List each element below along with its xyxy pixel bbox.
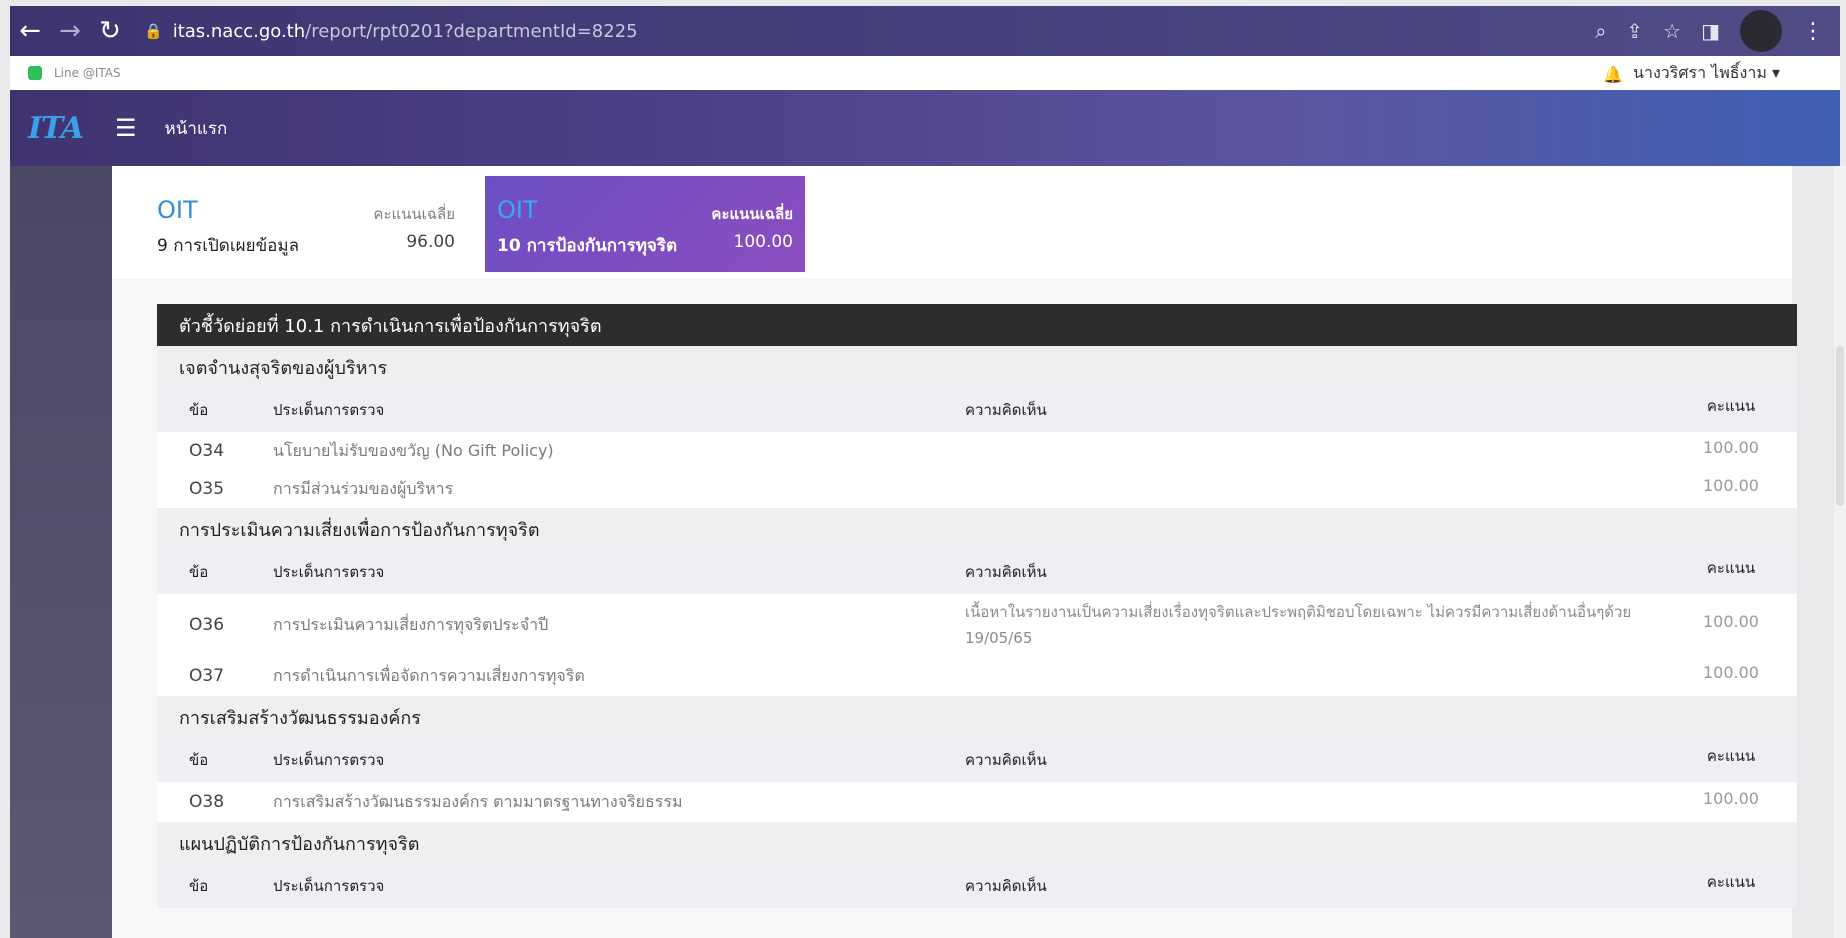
- ita-logo[interactable]: ITA: [28, 111, 84, 146]
- row-topic[interactable]: การเสริมสร้างวัฒนธรรมองค์กร ตามมาตรฐานทา…: [273, 790, 965, 815]
- row-topic[interactable]: การประเมินความเสี่ยงการทุจริตประจำปี: [273, 613, 965, 638]
- score-card-code: OIT: [157, 196, 198, 224]
- forward-arrow-icon[interactable]: →: [50, 11, 90, 51]
- share-icon[interactable]: ⇪: [1626, 19, 1643, 43]
- score-card-oit-10[interactable]: OIT คะแนนเฉลี่ย 10 การป้องกันการทุจริต 1…: [485, 176, 805, 272]
- row-no: O37: [189, 666, 225, 686]
- section-title: การเสริมสร้างวัฒนธรรมองค์กร: [157, 696, 1797, 738]
- scrollbar-thumb[interactable]: [1836, 346, 1844, 506]
- indicator-title: ตัวชี้วัดย่อยที่ 10.1 การดำเนินการเพื่อป…: [157, 304, 1797, 346]
- score-card-avg-label: คะแนนเฉลี่ย: [373, 205, 455, 223]
- column-header-row: ข้อ ประเด็นการตรวจ ความคิดเห็น คะแนน: [157, 864, 1797, 908]
- row-score: 100.00: [1703, 437, 1759, 457]
- score-card-code: OIT: [497, 196, 538, 224]
- col-no: ข้อ: [189, 401, 209, 419]
- row-no: O38: [189, 792, 225, 812]
- bell-icon[interactable]: 🔔: [1603, 65, 1623, 84]
- score-card-oit-9[interactable]: OIT คะแนนเฉลี่ย 9 การเปิดเผยข้อมูล 96.00: [157, 176, 477, 272]
- col-score: คะแนน: [1706, 873, 1756, 891]
- col-comment: ความคิดเห็น: [965, 563, 1047, 581]
- address-bar[interactable]: itas.nacc.go.th/report/rpt0201?departmen…: [173, 21, 638, 42]
- star-icon[interactable]: ☆: [1663, 19, 1681, 43]
- column-header-row: ข้อ ประเด็นการตรวจ ความคิดเห็น คะแนน: [157, 388, 1797, 432]
- line-bookmark[interactable]: Line @ITAS: [28, 66, 121, 80]
- line-bookmark-label: Line @ITAS: [54, 66, 121, 80]
- row-topic[interactable]: การดำเนินการเพื่อจัดการความเสี่ยงการทุจร…: [273, 664, 965, 689]
- score-card-name: 9 การเปิดเผยข้อมูล: [157, 236, 300, 256]
- table-row: O38 การเสริมสร้างวัฒนธรรมองค์กร ตามมาตรฐ…: [157, 782, 1797, 822]
- row-topic[interactable]: การมีส่วนร่วมของผู้บริหาร: [273, 477, 965, 502]
- table-row: O35 การมีส่วนร่วมของผู้บริหาร 100.00: [157, 470, 1797, 508]
- scrollbar[interactable]: [1834, 166, 1846, 938]
- reload-icon[interactable]: ↻: [90, 11, 130, 51]
- back-arrow-icon[interactable]: ←: [10, 11, 50, 51]
- indicator-table: ตัวชี้วัดย่อยที่ 10.1 การดำเนินการเพื่อป…: [157, 304, 1797, 908]
- row-score: 100.00: [1703, 611, 1759, 631]
- row-score: 100.00: [1703, 788, 1759, 808]
- row-score: 100.00: [1703, 662, 1759, 682]
- col-score: คะแนน: [1706, 747, 1756, 765]
- kebab-menu-icon[interactable]: ⋮: [1802, 19, 1824, 44]
- section-title: แผนปฏิบัติการป้องกันการทุจริต: [157, 822, 1797, 864]
- row-score: 100.00: [1703, 475, 1759, 495]
- user-menu[interactable]: 🔔 นางวริศรา ไพธิ์งาม ▾: [1603, 61, 1780, 86]
- col-score: คะแนน: [1706, 559, 1756, 577]
- col-comment: ความคิดเห็น: [965, 401, 1047, 419]
- hamburger-menu-icon[interactable]: ☰: [115, 114, 137, 142]
- col-topic: ประเด็นการตรวจ: [273, 563, 385, 581]
- table-row: O37 การดำเนินการเพื่อจัดการความเสี่ยงการ…: [157, 656, 1797, 696]
- section-title: เจตจำนงสุจริตของผู้บริหาร: [157, 346, 1797, 388]
- side-panel-icon[interactable]: ◨: [1701, 19, 1720, 43]
- col-topic: ประเด็นการตรวจ: [273, 401, 385, 419]
- left-sidebar: [10, 166, 112, 938]
- score-cards: OIT คะแนนเฉลี่ย 9 การเปิดเผยข้อมูล 96.00…: [112, 166, 1792, 278]
- home-link[interactable]: หน้าแรก: [165, 115, 228, 142]
- app-header: ITA ☰ หน้าแรก: [10, 90, 1840, 166]
- row-topic[interactable]: นโยบายไม่รับของขวัญ (No Gift Policy): [273, 439, 965, 464]
- url-host: itas.nacc.go.th: [172, 20, 306, 42]
- row-no: O34: [189, 441, 225, 461]
- table-row: O36 การประเมินความเสี่ยงการทุจริตประจำปี…: [157, 594, 1797, 656]
- profile-avatar[interactable]: [1740, 10, 1782, 52]
- score-card-score: 100.00: [733, 232, 793, 252]
- row-no: O35: [189, 479, 225, 499]
- zoom-icon[interactable]: ⌕: [1595, 19, 1606, 43]
- col-no: ข้อ: [189, 563, 209, 581]
- score-card-avg-label: คะแนนเฉลี่ย: [711, 205, 793, 223]
- column-header-row: ข้อ ประเด็นการตรวจ ความคิดเห็น คะแนน: [157, 550, 1797, 594]
- col-comment: ความคิดเห็น: [965, 751, 1047, 769]
- column-header-row: ข้อ ประเด็นการตรวจ ความคิดเห็น คะแนน: [157, 738, 1797, 782]
- score-card-name: 10 การป้องกันการทุจริต: [497, 236, 678, 256]
- col-score: คะแนน: [1706, 397, 1756, 415]
- bookmark-bar: Line @ITAS 🔔 นางวริศรา ไพธิ์งาม ▾: [10, 56, 1840, 90]
- col-topic: ประเด็นการตรวจ: [273, 751, 385, 769]
- section-title: การประเมินความเสี่ยงเพื่อการป้องกันการทุ…: [157, 508, 1797, 550]
- user-name: นางวริศรา ไพธิ์งาม ▾: [1633, 62, 1780, 82]
- score-card-score: 96.00: [406, 232, 455, 252]
- col-comment: ความคิดเห็น: [965, 877, 1047, 895]
- url-path: /report/rpt0201?departmentId=8225: [305, 20, 638, 42]
- col-no: ข้อ: [189, 751, 209, 769]
- main-content: OIT คะแนนเฉลี่ย 9 การเปิดเผยข้อมูล 96.00…: [112, 166, 1797, 938]
- lock-icon: 🔒: [144, 22, 163, 40]
- browser-toolbar: ← → ↻ 🔒 itas.nacc.go.th/report/rpt0201?d…: [10, 6, 1840, 56]
- col-no: ข้อ: [189, 877, 209, 895]
- row-comment: เนื้อหาในรายงานเป็นความเสี่ยงเรื่องทุจริ…: [965, 603, 1632, 647]
- col-topic: ประเด็นการตรวจ: [273, 877, 385, 895]
- row-no: O36: [189, 615, 225, 635]
- line-icon: [28, 66, 42, 80]
- table-row: O34 นโยบายไม่รับของขวัญ (No Gift Policy)…: [157, 432, 1797, 470]
